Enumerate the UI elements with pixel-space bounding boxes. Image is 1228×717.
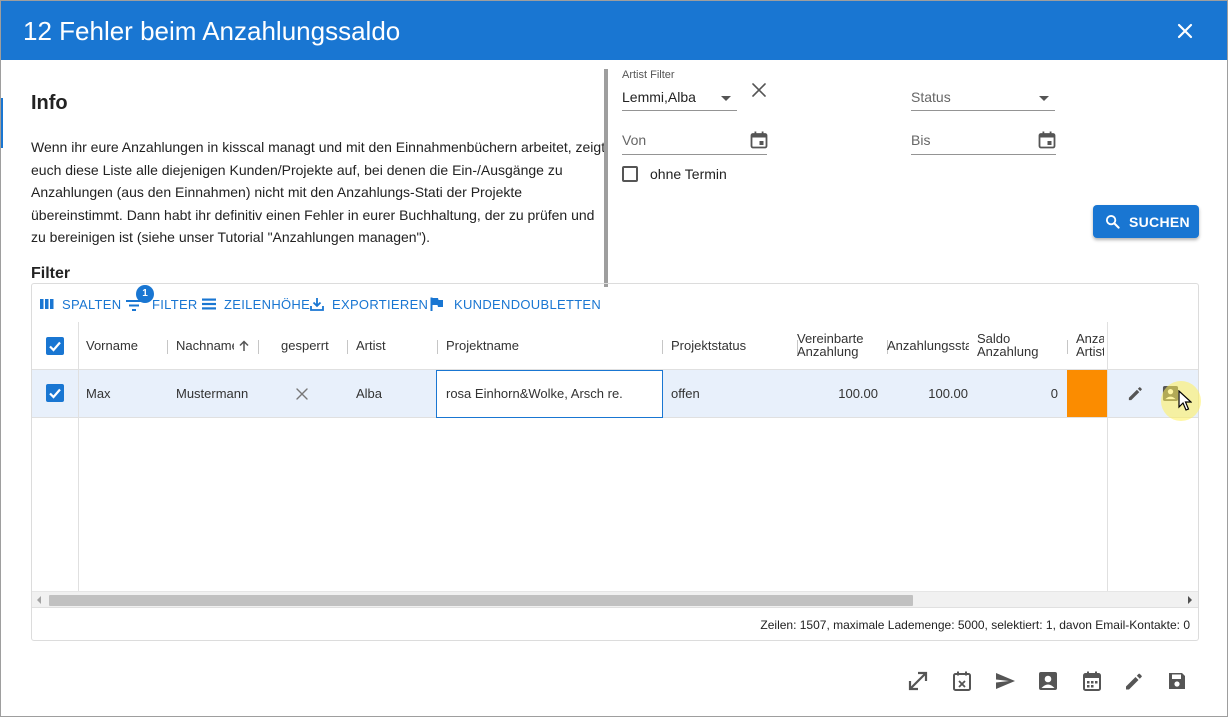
col-header-vorname[interactable]: Vorname xyxy=(86,322,166,370)
filter-label: FILTER xyxy=(152,297,198,312)
info-heading: Info xyxy=(31,92,68,114)
table-row[interactable]: Max Mustermann Alba rosa Einhorn&Wolke, … xyxy=(32,370,1198,418)
flag-icon xyxy=(430,297,443,311)
info-scrollbar[interactable] xyxy=(604,69,608,287)
status-placeholder: Status xyxy=(911,89,951,105)
sort-ascending-icon[interactable] xyxy=(238,340,250,352)
select-all-checkbox[interactable] xyxy=(46,337,64,355)
col-header-gesperrt[interactable]: gesperrt xyxy=(281,322,341,370)
status-select[interactable]: Status xyxy=(911,89,1055,111)
columns-button[interactable]: SPALTEN xyxy=(40,296,122,312)
column-separator[interactable] xyxy=(662,340,663,354)
cell-anzahlung-artist-warning[interactable] xyxy=(1067,370,1108,417)
col-header-artist[interactable]: Artist xyxy=(356,322,426,370)
row-height-label: ZEILENHÖHE xyxy=(224,297,311,312)
col-header-anzahlungsstatus[interactable]: Anzahlungsstatus xyxy=(887,322,969,370)
grid-footer: Zeilen: 1507, maximale Lademenge: 5000, … xyxy=(32,607,1198,640)
column-separator[interactable] xyxy=(437,340,438,354)
chevron-down-icon xyxy=(721,96,731,101)
artist-filter-label: Artist Filter xyxy=(622,69,675,81)
columns-label: SPALTEN xyxy=(62,297,122,312)
ohne-termin-box[interactable] xyxy=(622,166,638,182)
calendar-icon[interactable] xyxy=(1081,670,1103,692)
cell-vereinbarte-anzahlung[interactable]: 100.00 xyxy=(797,370,878,417)
calendar-icon[interactable] xyxy=(1038,131,1056,149)
row-select-checkbox[interactable] xyxy=(46,384,64,402)
close-icon[interactable] xyxy=(1173,19,1197,43)
duplicates-label: KUNDENDOUBLETTEN xyxy=(454,297,602,312)
von-date-field[interactable]: Von xyxy=(622,131,768,155)
calendar-icon[interactable] xyxy=(750,131,768,149)
column-separator[interactable] xyxy=(258,340,259,354)
export-button[interactable]: EXPORTIEREN xyxy=(310,296,428,312)
save-icon[interactable] xyxy=(1166,670,1188,692)
column-separator[interactable] xyxy=(167,340,168,354)
cell-projektstatus[interactable]: offen xyxy=(671,370,781,417)
column-separator[interactable] xyxy=(347,340,348,354)
artist-filter-value: Lemmi,Alba xyxy=(622,89,696,105)
download-icon xyxy=(310,298,324,311)
col-header-vereinbarte-anzahlung[interactable]: Vereinbarte Anzahlung xyxy=(797,322,877,370)
von-placeholder: Von xyxy=(622,132,647,148)
row-height-button[interactable]: ZEILENHÖHE xyxy=(202,296,310,312)
cell-vorname[interactable]: Max xyxy=(86,370,166,417)
pinned-column-divider xyxy=(78,322,79,591)
edit-icon[interactable] xyxy=(1127,385,1144,402)
cell-projektname[interactable]: rosa Einhorn&Wolke, Arsch re. xyxy=(436,370,663,418)
search-button[interactable]: SUCHEN xyxy=(1093,205,1199,238)
col-header-saldo-anzahlung[interactable]: Saldo Anzahlung xyxy=(977,322,1057,370)
col-header-vereinbarte-line2: Anzahlung xyxy=(797,344,859,359)
export-label: EXPORTIEREN xyxy=(332,297,429,312)
grid-header-row: Vorname Nachname gesperrt Artist Projekt… xyxy=(32,322,1198,370)
error-dialog: 12 Fehler beim Anzahlungssaldo Info Wenn… xyxy=(0,0,1228,717)
info-text: Wenn ihr eure Anzahlungen in kisscal man… xyxy=(31,139,606,245)
scrollbar-thumb[interactable] xyxy=(49,595,913,606)
scroll-right-arrow[interactable] xyxy=(1188,596,1192,604)
column-separator[interactable] xyxy=(1067,340,1068,354)
filter-heading: Filter xyxy=(31,265,71,282)
check-icon xyxy=(49,341,61,352)
row-height-icon xyxy=(202,298,216,310)
col-header-anzahlung-artist[interactable]: Anzahlung Artist xyxy=(1076,322,1104,370)
bis-date-field[interactable]: Bis xyxy=(911,131,1056,155)
search-icon xyxy=(1105,214,1120,229)
calendar-remove-icon[interactable] xyxy=(951,670,973,692)
col-header-nachname[interactable]: Nachname xyxy=(176,322,234,370)
check-icon xyxy=(49,388,61,399)
expand-icon[interactable] xyxy=(907,670,929,692)
col-header-projektstatus[interactable]: Projektstatus xyxy=(671,322,781,370)
left-edge-accent xyxy=(1,98,3,148)
col-header-anza-line2: Artist xyxy=(1076,344,1104,359)
col-header-projektname[interactable]: Projektname xyxy=(446,322,646,370)
cell-artist[interactable]: Alba xyxy=(356,370,426,417)
scroll-left-arrow[interactable] xyxy=(37,596,41,604)
cell-saldo-anzahlung[interactable]: 0 xyxy=(977,370,1058,417)
bis-placeholder: Bis xyxy=(911,132,931,148)
data-grid: SPALTEN FILTER 1 ZEILENHÖHE EXPORTIEREN … xyxy=(31,283,1199,641)
search-button-label: SUCHEN xyxy=(1129,214,1190,230)
dialog-titlebar: 12 Fehler beim Anzahlungssaldo xyxy=(1,1,1227,60)
edit-icon[interactable] xyxy=(1123,670,1145,692)
actions-column xyxy=(1107,322,1198,591)
col-header-saldo-line2: Anzahlung xyxy=(977,344,1039,359)
dialog-title: 12 Fehler beim Anzahlungssaldo xyxy=(23,16,401,46)
clear-artist-icon[interactable] xyxy=(752,83,766,97)
send-icon[interactable] xyxy=(994,670,1016,692)
cell-nachname[interactable]: Mustermann xyxy=(176,370,256,417)
view-column-icon xyxy=(40,299,54,309)
cell-anzahlungsstatus[interactable]: 100.00 xyxy=(887,370,968,417)
contact-card-icon[interactable] xyxy=(1037,670,1059,692)
ohne-termin-label: ohne Termin xyxy=(650,166,727,182)
duplicates-button[interactable]: KUNDENDOUBLETTEN xyxy=(430,296,602,312)
horizontal-scrollbar[interactable] xyxy=(32,591,1198,607)
grid-toolbar: SPALTEN FILTER 1 ZEILENHÖHE EXPORTIEREN … xyxy=(32,284,1198,322)
mouse-pointer-icon xyxy=(1178,390,1192,411)
close-icon xyxy=(296,388,308,400)
grid-footer-text: Zeilen: 1507, maximale Lademenge: 5000, … xyxy=(760,618,1190,632)
filter-count-badge: 1 xyxy=(136,285,154,303)
artist-filter-select[interactable]: Artist Filter Lemmi,Alba xyxy=(622,69,737,111)
chevron-down-icon xyxy=(1039,96,1049,101)
